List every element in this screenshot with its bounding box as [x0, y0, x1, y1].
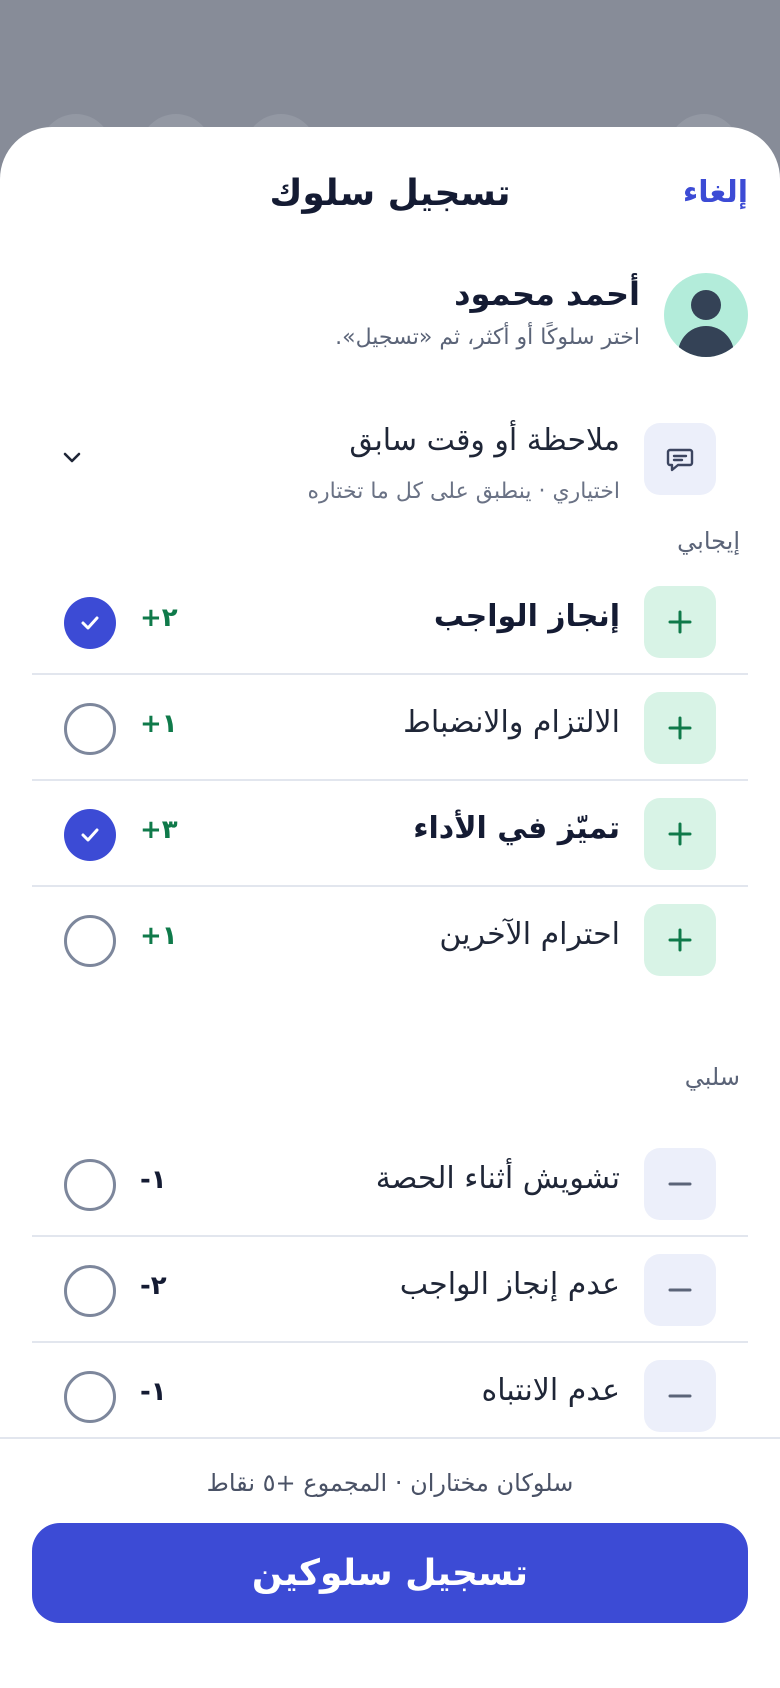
note-expander[interactable]: ملاحظة أو وقت سابق اختياري · ينطبق على ك… — [32, 423, 748, 513]
minus-icon — [644, 1254, 716, 1326]
plus-icon — [644, 798, 716, 870]
note-subtitle: اختياري · ينطبق على كل ما تختاره — [307, 479, 620, 504]
behavior-row[interactable]: تشويش أثناء الحصة -١ — [32, 1131, 748, 1237]
student-hint: اختر سلوكًا أو أكثر، ثم «تسجيل». — [335, 325, 640, 350]
plus-icon — [644, 586, 716, 658]
section-label-negative: سلبي — [684, 1063, 740, 1091]
checkbox-unchecked[interactable] — [64, 1371, 116, 1423]
behavior-label: تميّز في الأداء — [413, 811, 620, 846]
behavior-points: +٣ — [140, 815, 178, 845]
behavior-label: الالتزام والانضباط — [403, 705, 620, 740]
minus-icon — [644, 1360, 716, 1432]
sheet-header: تسجيل سلوك إلغاء — [0, 127, 780, 267]
behavior-points: -٢ — [140, 1271, 167, 1301]
checkbox-checked[interactable] — [64, 597, 116, 649]
behavior-row[interactable]: الالتزام والانضباط +١ — [32, 675, 748, 781]
behavior-row[interactable]: عدم إنجاز الواجب -٢ — [32, 1237, 748, 1343]
chevron-down-icon — [60, 445, 84, 473]
selection-summary: سلوكان مختاران · المجموع +٥ نقاط — [206, 1469, 574, 1497]
behavior-row[interactable]: عدم الانتباه -١ — [32, 1343, 748, 1449]
cancel-button[interactable]: إلغاء — [683, 175, 748, 210]
plus-icon — [644, 904, 716, 976]
behavior-label: إنجاز الواجب — [433, 599, 620, 634]
section-label-positive: إيجابي — [677, 527, 740, 555]
behavior-row[interactable]: تميّز في الأداء +٣ — [32, 781, 748, 887]
checkmark-icon — [81, 828, 99, 842]
behavior-row[interactable]: إنجاز الواجب +٢ — [32, 569, 748, 675]
checkbox-unchecked[interactable] — [64, 1265, 116, 1317]
behavior-points: -١ — [140, 1165, 167, 1195]
avatar-head-shape — [691, 290, 721, 320]
behavior-points: -١ — [140, 1377, 167, 1407]
behavior-points: +٢ — [140, 603, 178, 633]
submit-button[interactable]: تسجيل سلوكين — [32, 1523, 748, 1623]
behavior-sheet: تسجيل سلوك إلغاء أحمد محمود اختر سلوكًا … — [0, 127, 780, 1688]
checkbox-unchecked[interactable] — [64, 703, 116, 755]
behavior-label: عدم إنجاز الواجب — [399, 1267, 620, 1302]
checkbox-checked[interactable] — [64, 809, 116, 861]
chat-bubble-icon — [644, 423, 716, 495]
minus-icon — [644, 1148, 716, 1220]
checkbox-unchecked[interactable] — [64, 1159, 116, 1211]
checkmark-icon — [81, 616, 99, 630]
behavior-points: +١ — [140, 709, 178, 739]
plus-icon — [644, 692, 716, 764]
behavior-label: عدم الانتباه — [481, 1373, 620, 1408]
student-info: أحمد محمود اختر سلوكًا أو أكثر، ثم «تسجي… — [32, 273, 748, 363]
behavior-label: احترام الآخرين — [439, 917, 620, 952]
behavior-label: تشويش أثناء الحصة — [375, 1161, 620, 1196]
behavior-points: +١ — [140, 921, 178, 951]
student-avatar — [664, 273, 748, 357]
student-name: أحمد محمود — [454, 275, 640, 313]
note-title: ملاحظة أو وقت سابق — [349, 423, 620, 458]
avatar-body-shape — [678, 326, 734, 357]
behavior-row[interactable]: احترام الآخرين +١ — [32, 887, 748, 993]
sheet-footer: سلوكان مختاران · المجموع +٥ نقاط تسجيل س… — [0, 1437, 780, 1688]
checkbox-unchecked[interactable] — [64, 915, 116, 967]
sheet-title: تسجيل سلوك — [269, 173, 511, 214]
